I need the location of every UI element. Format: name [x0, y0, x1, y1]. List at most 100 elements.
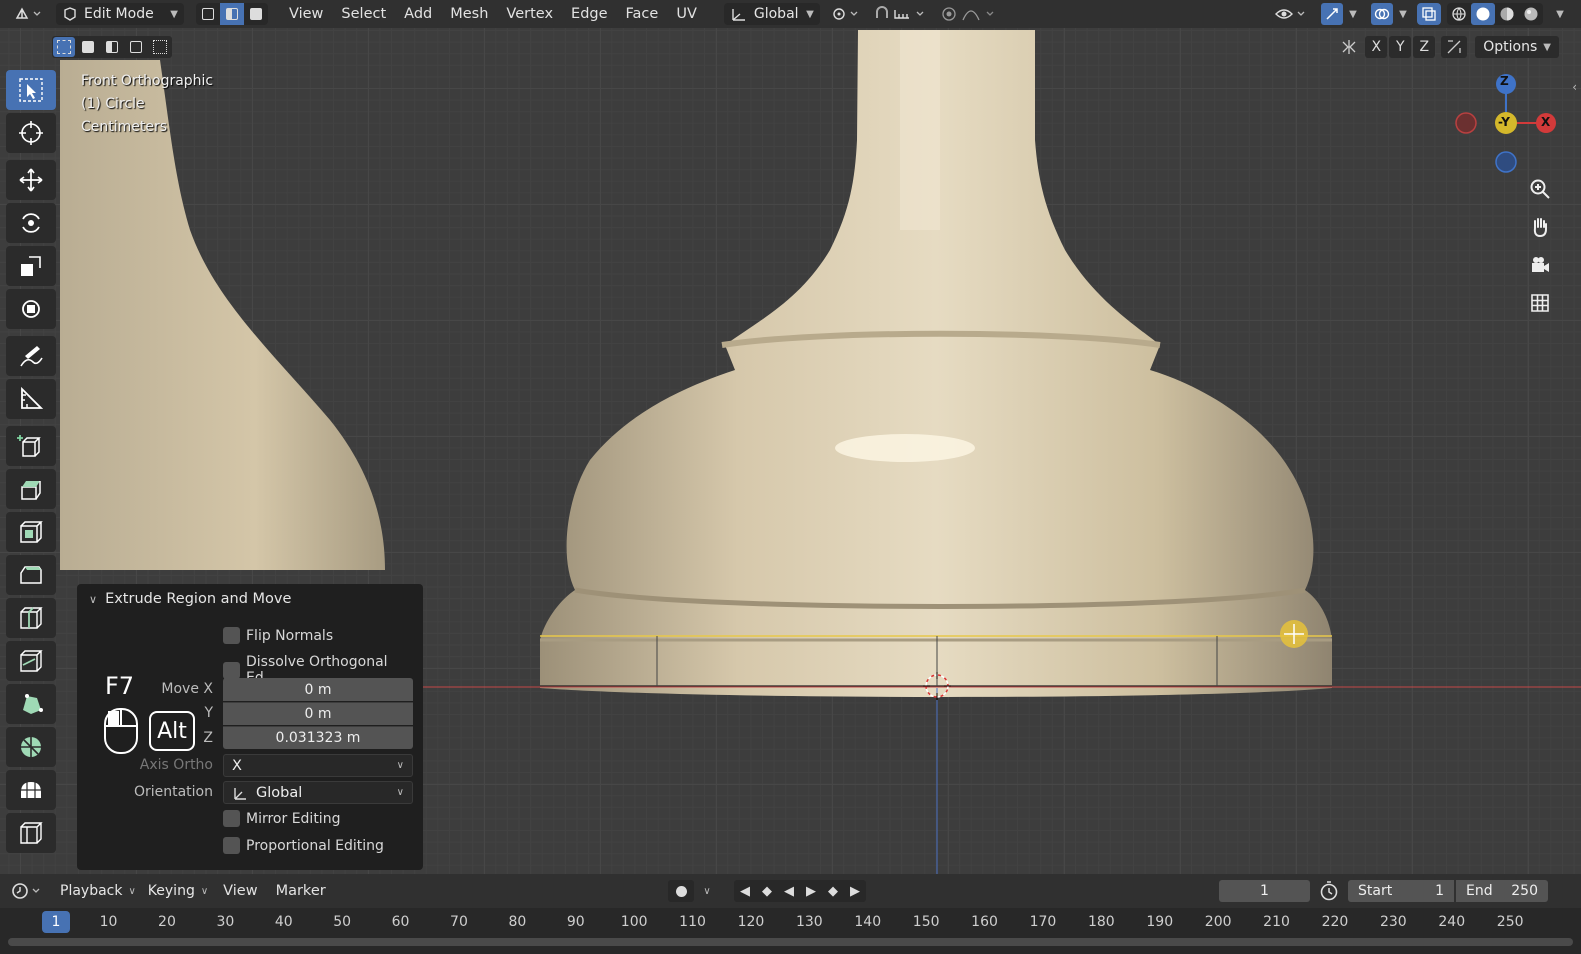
cursor-tool[interactable]: [6, 113, 56, 153]
select-extend-button[interactable]: [77, 37, 99, 57]
mode-dropdown[interactable]: Edit Mode ▼: [56, 3, 184, 25]
spin-tool[interactable]: [6, 727, 56, 767]
jump-end-button[interactable]: ▶: [844, 880, 866, 902]
camera-view-button[interactable]: [1525, 250, 1555, 280]
orientation-dropdown[interactable]: Global ∨: [223, 781, 413, 804]
play-reverse-icon: ◀: [784, 883, 794, 899]
move-y-field[interactable]: 0 m: [223, 702, 413, 725]
knife-tool[interactable]: [6, 641, 56, 681]
select-box-tool[interactable]: [6, 70, 56, 110]
shading-options-button[interactable]: ▼: [1549, 3, 1571, 25]
jump-start-button[interactable]: ◀: [734, 880, 756, 902]
timeline-ruler[interactable]: 1 10 20 30 40 50 60 70 80 90 100 110 120 130 140 150 16…: [0, 908, 1581, 954]
rendered-shading-button[interactable]: [1519, 3, 1543, 25]
visibility-button[interactable]: [1273, 3, 1311, 25]
menu-add[interactable]: Add: [395, 3, 441, 25]
orientation-dropdown[interactable]: Global ▼: [723, 3, 820, 25]
options-dropdown[interactable]: Options ▼: [1475, 36, 1559, 58]
move-tool[interactable]: [6, 160, 56, 200]
bevel-tool[interactable]: [6, 555, 56, 595]
current-frame-field[interactable]: 1: [1219, 880, 1310, 902]
material-shading-button[interactable]: [1495, 3, 1519, 25]
face-select-button[interactable]: [244, 3, 268, 25]
keying-menu[interactable]: Keying ∨: [142, 880, 214, 902]
vertex-select-button[interactable]: [196, 3, 220, 25]
poly-build-tool[interactable]: [6, 684, 56, 724]
smooth-tool[interactable]: [6, 770, 56, 810]
extrude-tool[interactable]: [6, 469, 56, 509]
add-cube-tool[interactable]: [6, 426, 56, 466]
menu-edge[interactable]: Edge: [562, 3, 617, 25]
operator-panel-header[interactable]: ∨ Extrude Region and Move: [89, 591, 291, 607]
play-reverse-button[interactable]: ◀: [778, 880, 800, 902]
end-frame-field[interactable]: End 250: [1456, 880, 1548, 902]
timeline-marker-menu[interactable]: Marker: [267, 880, 335, 902]
select-new-button[interactable]: [53, 37, 75, 57]
axis-ortho-dropdown[interactable]: X ∨: [223, 754, 413, 777]
select-invert-button[interactable]: [125, 37, 147, 57]
record-icon: [675, 885, 687, 897]
stopwatch-icon[interactable]: [1318, 880, 1340, 902]
editor-type-button[interactable]: [8, 3, 48, 25]
menu-view[interactable]: View: [280, 3, 332, 25]
move-z-field[interactable]: 0.031323 m: [223, 726, 413, 749]
measure-tool[interactable]: [6, 379, 56, 419]
loop-cut-tool[interactable]: [6, 598, 56, 638]
proportional-edit-button[interactable]: [940, 3, 1000, 25]
3d-viewport[interactable]: Z -Y X Front Orthographic (1) Circle Cen…: [0, 28, 1581, 874]
transform-tool[interactable]: [6, 289, 56, 329]
proportional-editing-row[interactable]: Proportional Editing: [223, 837, 384, 854]
prev-keyframe-button[interactable]: ◆: [756, 880, 778, 902]
start-label: Start: [1358, 883, 1393, 899]
poly-build-icon: [23, 694, 43, 714]
zoom-button[interactable]: [1525, 174, 1555, 204]
playback-menu[interactable]: Playback ∨: [54, 880, 142, 902]
flip-normals-row[interactable]: Flip Normals: [223, 627, 333, 644]
inset-tool[interactable]: [6, 512, 56, 552]
next-keyframe-button[interactable]: ◆: [822, 880, 844, 902]
menu-select[interactable]: Select: [332, 3, 395, 25]
wireframe-shading-button[interactable]: [1447, 3, 1471, 25]
select-intersect-button[interactable]: [149, 37, 171, 57]
record-options-button[interactable]: ∨: [696, 880, 718, 902]
overlays-button[interactable]: ▼: [1367, 3, 1411, 25]
rotate-tool[interactable]: [6, 203, 56, 243]
mirror-x-button[interactable]: X: [1365, 36, 1388, 58]
mirror-editing-row[interactable]: Mirror Editing: [223, 810, 340, 827]
gizmo-toggle-button[interactable]: ▼: [1317, 3, 1361, 25]
move-x-field[interactable]: 0 m: [223, 678, 413, 701]
snap-button[interactable]: [872, 3, 934, 25]
timeline-view-menu[interactable]: View: [214, 880, 266, 902]
xray-toggle-button[interactable]: [1417, 3, 1441, 25]
edge-slide-tool[interactable]: [6, 813, 56, 853]
pivot-button[interactable]: [828, 3, 864, 25]
perspective-toggle-button[interactable]: [1525, 288, 1555, 318]
solid-shading-button[interactable]: [1471, 3, 1495, 25]
timeline-editor-type-button[interactable]: [8, 880, 48, 902]
menu-face[interactable]: Face: [617, 3, 668, 25]
menu-vertex[interactable]: Vertex: [497, 3, 562, 25]
edge-select-button[interactable]: [220, 3, 244, 25]
flip-normals-checkbox[interactable]: [223, 627, 240, 644]
mirror-editing-checkbox[interactable]: [223, 810, 240, 827]
mirror-z-button[interactable]: Z: [1413, 36, 1436, 58]
record-button[interactable]: [668, 880, 694, 902]
timeline-scrollbar[interactable]: [8, 938, 1573, 946]
proportional-editing-checkbox[interactable]: [223, 837, 240, 854]
menu-mesh[interactable]: Mesh: [441, 3, 497, 25]
start-frame-field[interactable]: Start 1: [1348, 880, 1454, 902]
pan-button[interactable]: [1525, 212, 1555, 242]
play-button[interactable]: ▶: [800, 880, 822, 902]
current-frame-marker[interactable]: 1: [42, 911, 70, 933]
orientation-icon: [234, 787, 246, 800]
scale-tool[interactable]: [6, 246, 56, 286]
mirror-y-button[interactable]: Y: [1389, 36, 1412, 58]
menu-uv[interactable]: UV: [667, 3, 706, 25]
auto-merge-button[interactable]: [1441, 36, 1468, 58]
dissolve-checkbox[interactable]: [223, 661, 240, 679]
frame-tick-label: 30: [216, 914, 235, 930]
annotate-tool[interactable]: [6, 336, 56, 376]
mirror-icon[interactable]: [1335, 36, 1363, 58]
select-subtract-button[interactable]: [101, 37, 123, 57]
sidebar-toggle-icon[interactable]: ‹: [1572, 80, 1577, 94]
